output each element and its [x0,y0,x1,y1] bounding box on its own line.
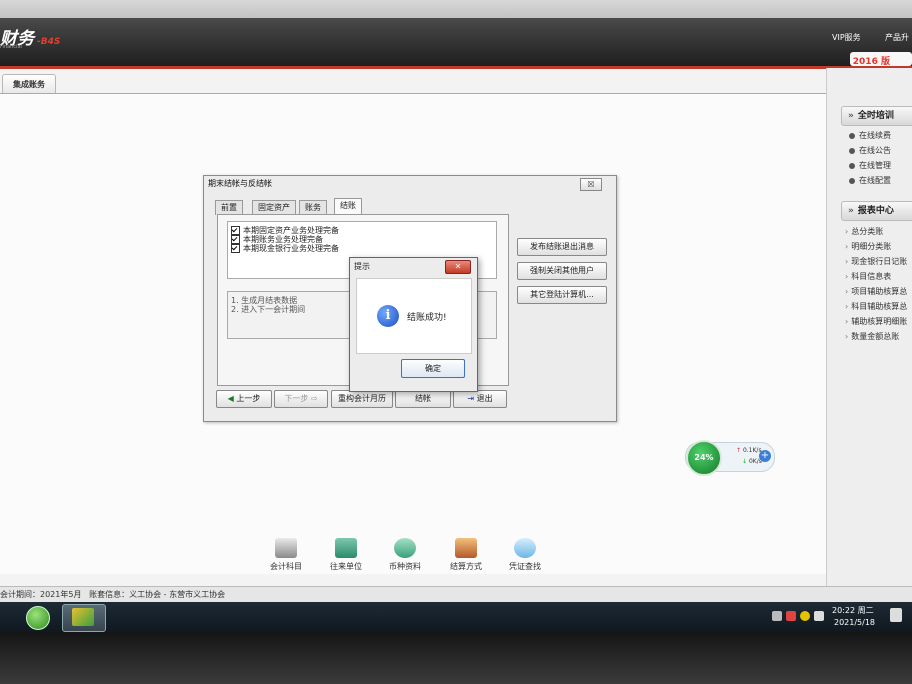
app-header: 财务 -B4S Financial VIP服务 产品升 [0,18,912,66]
keyboard-icon [275,538,297,558]
info-icon: i [377,305,399,327]
other-logged-computers-button[interactable]: 其它登陆计算机... [517,286,607,304]
training-item[interactable]: 在线配置 [849,175,891,186]
toolbar-counterparties[interactable]: 往来单位 [322,538,370,572]
windows-taskbar: 20:22 周二 2021/5/18 [0,602,912,632]
bullet-icon [849,147,855,154]
taskbar-app-button[interactable] [62,604,106,632]
network-speed-widget[interactable]: 24% ↑ 0.1K/s ↓ 0K/s + [685,440,775,476]
message-text: 结账成功! [407,313,447,323]
toolbar-currency[interactable]: 币种资料 [381,538,429,572]
arrow-left-icon: ◀ [227,394,234,403]
bullet-icon [849,177,855,184]
tab-integrated-accounting[interactable]: 集成账务 [2,74,56,95]
next-step-button[interactable]: 下一步 ⇨ [274,390,328,408]
chevron-right-icon: › [845,242,849,251]
tray-sync-icon[interactable] [800,611,810,621]
product-upgrade-link[interactable]: 产品升 [885,32,909,43]
finance-app-icon [72,608,94,626]
publish-exit-message-button[interactable]: 发布结账退出消息 [517,238,607,256]
chevron-right-icon: › [845,272,849,281]
message-title: 提示 [354,262,370,271]
notification-icon[interactable] [890,608,902,622]
dialog-title: 期末结帐与反结帐 [208,179,272,188]
tab-close-period[interactable]: 结账 [334,198,362,215]
monitor-bezel-bottom [0,632,912,684]
report-center-header[interactable]: » 报表中心 [841,201,912,221]
tab-accounting[interactable]: 账务 [299,200,327,215]
chevron-right-icon: › [845,227,849,236]
chevron-right-icon: › [845,302,849,311]
checkbox-checked-icon[interactable] [231,244,240,253]
clock-date[interactable]: 2021/5/18 [834,618,875,627]
double-chevron-icon: » [848,111,854,121]
tab-prerequisite[interactable]: 前置 [215,200,243,215]
training-section-header[interactable]: » 全时培训 [841,106,912,126]
toolbar-account-subjects[interactable]: 会计科目 [262,538,310,572]
chevron-right-icon: › [845,332,849,341]
status-set-info: 账套信息：义工协会 - 东营市义工协会 [89,590,226,599]
chevron-right-icon: › [845,317,849,326]
settlement-icon [455,538,477,558]
prev-step-button[interactable]: ◀ 上一步 [216,390,272,408]
report-item[interactable]: › 辅助核算明细账 [845,316,907,327]
report-item[interactable]: › 现金银行日记账 [845,256,907,267]
close-icon[interactable]: ✕ [445,260,471,274]
tray-arrow-icon[interactable] [772,611,782,621]
arrow-right-icon: ⇨ [310,394,318,403]
vip-service-link[interactable]: VIP服务 [832,32,861,43]
magnifier-icon [514,538,536,558]
report-item[interactable]: › 项目辅助核算总 [845,286,907,297]
double-chevron-icon: » [848,206,854,216]
force-close-users-button[interactable]: 强制关闭其他用户 [517,262,607,280]
note-line: 2. 进入下一会计期间 [231,305,306,314]
start-button-icon[interactable] [26,606,50,630]
right-sidebar: » 全时培训 在线续费 在线公告 在线管理 在线配置 » 报表中心 › 总分类账 › 明… [826,68,912,588]
report-item[interactable]: › 明细分类账 [845,241,891,252]
status-bar: 会计期间：2021年5月 账套信息：义工协会 - 东营市义工协会 [0,586,912,602]
toolbar-settlement[interactable]: 结算方式 [442,538,490,572]
report-item[interactable]: › 科目辅助核算总 [845,301,907,312]
close-period-button[interactable]: 结帐 [395,390,451,408]
plus-icon[interactable]: + [759,450,771,462]
checklist-item[interactable]: 本期现金银行业务处理完备 [231,243,339,254]
bullet-icon [849,162,855,169]
report-item[interactable]: › 科目信息表 [845,271,891,282]
signal-icon[interactable] [814,611,824,621]
app-window: 财务 -B4S Financial VIP服务 产品升 2016 版 集成账务 »… [0,18,912,602]
training-item[interactable]: 在线续费 [849,130,891,141]
module-tabbar: 集成账务 [0,74,835,95]
bullet-icon [849,132,855,139]
exit-door-icon: ⇥ [467,394,475,403]
message-body: i 结账成功! [356,278,472,354]
app-logo-subtitle: Financial [0,44,22,50]
message-dialog: 提示 ✕ i 结账成功! 确定 [349,257,478,392]
upload-speed: ↑ 0.1K/s [736,447,762,454]
rebuild-calendar-button[interactable]: 重构会计月历 [331,390,393,408]
training-item[interactable]: 在线管理 [849,160,891,171]
report-item[interactable]: › 总分类账 [845,226,883,237]
ok-button[interactable]: 确定 [401,359,465,378]
tray-app-icon[interactable] [786,611,796,621]
exit-button[interactable]: ⇥ 退出 [453,390,507,408]
toolbar-voucher-search[interactable]: 凭证查找 [501,538,549,572]
tab-fixed-assets[interactable]: 固定资产 [252,200,296,215]
chevron-right-icon: › [845,287,849,296]
report-item[interactable]: › 数量金额总账 [845,331,899,342]
close-icon[interactable]: ☒ [580,178,602,191]
cpu-usage-indicator: 24% [686,440,722,476]
currency-icon [394,538,416,558]
folder-icon [335,538,357,558]
chevron-right-icon: › [845,257,849,266]
training-item[interactable]: 在线公告 [849,145,891,156]
header-accent-line [0,66,912,69]
clock-time[interactable]: 20:22 周二 [832,605,874,616]
status-period: 会计期间：2021年5月 [0,590,82,599]
